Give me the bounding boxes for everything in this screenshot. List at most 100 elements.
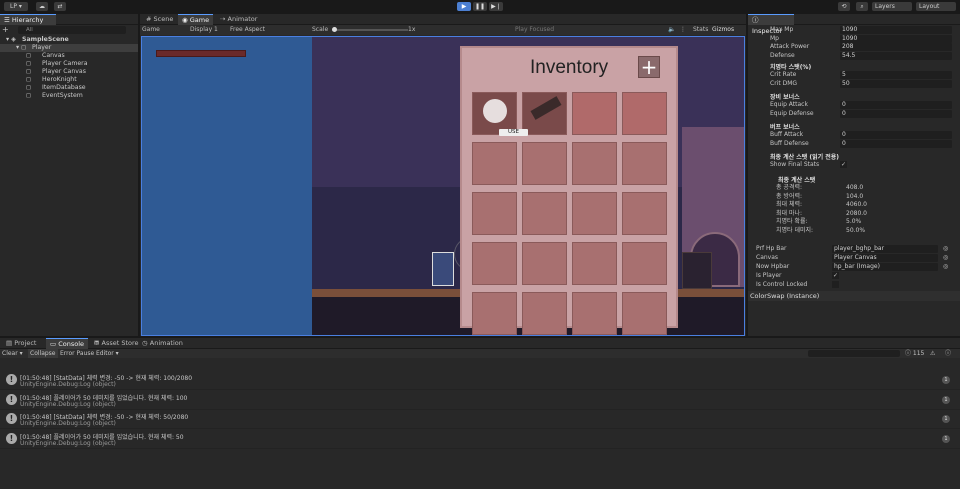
checkbox[interactable] (832, 281, 839, 288)
inventory-slot[interactable] (622, 192, 667, 235)
target-icon[interactable]: ◎ (943, 245, 948, 253)
layers-dropdown[interactable]: Layers (872, 2, 912, 11)
hierarchy-item[interactable]: ◻ HeroKnight (0, 76, 138, 84)
console-log-row[interactable]: ! [01:50:48] 플레이어가 50 데미지를 입었습니다. 현재 체력: … (0, 391, 960, 410)
tab-asset-store[interactable]: ⛃ Asset Store (90, 338, 143, 349)
play-focused-dropdown[interactable]: Play Focused (515, 25, 554, 35)
clear-button[interactable]: Clear ▾ (2, 349, 23, 358)
search-icon[interactable]: ⌕ (856, 2, 868, 11)
object-field[interactable]: hp_bar (Image) (832, 263, 938, 271)
field-value-input[interactable]: 0 (840, 109, 952, 118)
checkbox[interactable]: ✓ (832, 272, 839, 279)
layout-dropdown[interactable]: Layout (916, 2, 956, 11)
inventory-slot[interactable] (472, 292, 517, 335)
section-header: 장비 보너스 (770, 94, 800, 101)
inventory-slot[interactable] (472, 142, 517, 185)
hierarchy-item[interactable]: ◻ Player Camera (0, 60, 138, 68)
field-value-input[interactable]: 1090 (840, 26, 952, 34)
mute-icon[interactable]: 🔈 (668, 25, 675, 35)
add-item-button[interactable]: + (638, 56, 660, 78)
game-viewport[interactable]: Inventory + USE (141, 36, 745, 336)
error-icon[interactable]: ⓘ (945, 349, 951, 358)
hierarchy-item[interactable]: ◻ EventSystem (0, 92, 138, 100)
inspector-panel: ⓘ Inspector Max Mp 1090 Mp 1090 Attack Power… (748, 14, 960, 336)
inventory-slot[interactable] (572, 292, 617, 335)
inventory-slot[interactable] (522, 142, 567, 185)
object-field[interactable]: player_bghp_bar (832, 245, 938, 253)
show-final-stats-toggle[interactable]: Show Final Stats ✓ (748, 161, 960, 169)
field-value-input[interactable]: 0 (840, 131, 952, 139)
inventory-slot[interactable] (622, 142, 667, 185)
display-dropdown[interactable]: Display 1 (190, 25, 218, 35)
tab-inspector[interactable]: ⓘ Inspector (748, 14, 794, 35)
inventory-slot[interactable] (472, 192, 517, 235)
target-icon[interactable]: ◎ (943, 254, 948, 262)
tab-animation[interactable]: ◷ Animation (138, 338, 187, 349)
stats-button[interactable]: Stats (693, 25, 708, 35)
game-mode-dropdown[interactable]: Game (142, 25, 160, 35)
object-field[interactable]: Player Canvas (832, 254, 938, 262)
account-dropdown[interactable]: LP ▾ (4, 2, 28, 11)
hero-knight-sprite[interactable] (432, 252, 454, 286)
gizmos-button[interactable]: Gizmos (712, 25, 734, 35)
tab-hierarchy[interactable]: ☰ Hierarchy (0, 14, 56, 25)
use-badge[interactable]: USE (499, 129, 528, 136)
field-value-input[interactable]: 1090 (840, 34, 952, 43)
inventory-slot[interactable] (572, 92, 617, 135)
settings-icon[interactable]: ⋮ (680, 25, 686, 35)
inventory-slot[interactable] (622, 292, 667, 335)
pause-button[interactable]: ❚❚ (473, 2, 487, 11)
checkbox[interactable]: ✓ (840, 161, 847, 168)
tab-animator[interactable]: ⇢ Animator (216, 14, 261, 25)
bool-field[interactable]: Is Player ✓ (748, 272, 960, 280)
cloud-icon[interactable]: ☁ (36, 2, 48, 11)
inventory-slot[interactable] (522, 192, 567, 235)
field-value-input[interactable]: 0 (840, 101, 952, 109)
inventory-slot[interactable] (622, 92, 667, 135)
console-log-row[interactable]: ! [01:50:48] [StatData] 체력 변경: -50 -> 현재 … (0, 371, 960, 390)
hierarchy-item[interactable]: ▾ ◈ SampleScene (0, 36, 138, 44)
field-value-input[interactable]: 0 (840, 139, 952, 148)
field-value-input[interactable]: 54.5 (840, 51, 952, 60)
tab-game[interactable]: ◉ Game (178, 14, 214, 25)
history-icon[interactable]: ⟲ (838, 2, 850, 11)
error-pause-button[interactable]: Error Pause (60, 349, 94, 358)
bool-field[interactable]: Is Control Locked (748, 281, 960, 289)
inventory-slot[interactable] (522, 242, 567, 285)
inventory-slot[interactable] (572, 142, 617, 185)
inventory-slot[interactable] (522, 292, 567, 335)
field-value-input[interactable]: 50 (840, 79, 952, 88)
step-button[interactable]: ▶❘ (489, 2, 503, 11)
aspect-dropdown[interactable]: Free Aspect (230, 25, 265, 35)
inventory-slot[interactable] (472, 242, 517, 285)
warning-icon[interactable]: ⚠ (930, 349, 935, 358)
tab-console[interactable]: ▭ Console (46, 338, 89, 349)
inventory-slot[interactable] (522, 92, 567, 135)
hierarchy-item[interactable]: ▾ ◻ Player (0, 44, 138, 52)
inventory-slot[interactable] (622, 242, 667, 285)
add-icon[interactable]: + (2, 26, 12, 34)
tab-project[interactable]: ▤ Project (2, 338, 40, 349)
hierarchy-item[interactable]: ◻ Player Canvas (0, 68, 138, 76)
collapse-button[interactable]: Collapse (28, 349, 58, 358)
stat-value: 408.0 (846, 184, 864, 191)
editor-dropdown[interactable]: Editor ▾ (96, 349, 119, 358)
log-count[interactable]: ⓘ 115 (905, 349, 924, 358)
collab-icon[interactable]: ⇄ (54, 2, 66, 11)
hierarchy-item[interactable]: ◻ ItemDatabase (0, 84, 138, 92)
tab-scene[interactable]: # Scene (142, 14, 177, 25)
console-log-row[interactable]: ! [01:50:48] [StatData] 체력 변경: -50 -> 현재 … (0, 410, 960, 429)
component-header[interactable]: ColorSwap (Instance) (748, 291, 960, 301)
inventory-slot[interactable] (572, 242, 617, 285)
gameobject-icon: ◻ (26, 68, 32, 75)
inventory-slot[interactable] (572, 192, 617, 235)
hierarchy-item[interactable]: ◻ Canvas (0, 52, 138, 60)
field-value-input[interactable]: 208 (840, 43, 952, 51)
scale-slider[interactable] (332, 27, 408, 32)
hierarchy-search-input[interactable]: All (18, 26, 126, 34)
field-value-input[interactable]: 5 (840, 71, 952, 79)
play-button[interactable]: ▶ (457, 2, 471, 11)
console-search-input[interactable] (808, 350, 900, 357)
console-log-row[interactable]: ! [01:50:48] 플레이어가 50 데미지를 입었습니다. 현재 체력: … (0, 430, 960, 449)
target-icon[interactable]: ◎ (943, 263, 948, 271)
